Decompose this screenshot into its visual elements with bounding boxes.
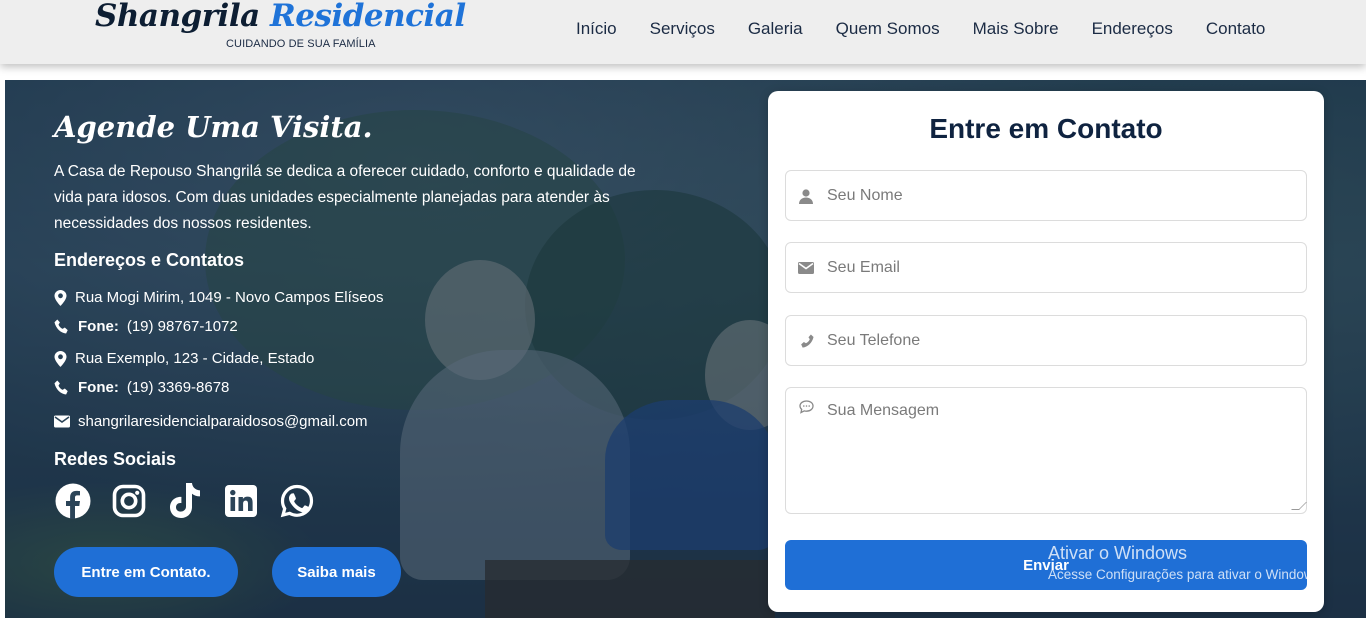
- nav-link-quem-somos[interactable]: Quem Somos: [836, 19, 940, 39]
- whatsapp-icon[interactable]: [278, 482, 316, 520]
- address-text: Rua Exemplo, 123 - Cidade, Estado: [75, 350, 315, 367]
- address-line-1: Rua Mogi Mirim, 1049 - Novo Campos Elíse…: [54, 289, 383, 306]
- linkedin-icon[interactable]: [222, 482, 260, 520]
- learn-more-button[interactable]: Saiba mais: [272, 547, 401, 597]
- phone-icon: [797, 333, 815, 349]
- nav-link-servicos[interactable]: Serviços: [650, 19, 715, 39]
- address-text: Rua Mogi Mirim, 1049 - Novo Campos Elíse…: [75, 289, 384, 306]
- brand-logo[interactable]: Shangrila Residencial CUIDANDO DE SUA FA…: [95, 0, 466, 58]
- nav-link-inicio[interactable]: Início: [576, 19, 617, 39]
- brand-name: Shangrila Residencial: [95, 0, 466, 34]
- brand-name-part1: Shangrila: [95, 0, 260, 34]
- main-nav: Início Serviços Galeria Quem Somos Mais …: [576, 19, 1265, 39]
- message-input[interactable]: [827, 402, 1297, 502]
- phone-input[interactable]: [827, 316, 1297, 365]
- phone-line-2: Fone: (19) 3369-8678: [54, 379, 229, 396]
- brand-tagline: CUIDANDO DE SUA FAMÍLIA: [226, 38, 376, 50]
- name-input[interactable]: [827, 171, 1297, 220]
- nav-link-mais-sobre[interactable]: Mais Sobre: [973, 19, 1059, 39]
- envelope-icon: [797, 260, 815, 276]
- instagram-icon[interactable]: [110, 482, 148, 520]
- site-header: Shangrila Residencial CUIDANDO DE SUA FA…: [0, 0, 1366, 64]
- submit-button[interactable]: Enviar: [785, 540, 1307, 590]
- phone-field: [785, 315, 1307, 366]
- map-marker-icon: [54, 350, 67, 367]
- user-icon: [797, 188, 815, 204]
- phone-line-1: Fone: (19) 98767-1072: [54, 318, 238, 335]
- email-line[interactable]: shangrilaresidencialparaidosos@gmail.com: [54, 413, 368, 430]
- phone-label: Fone:: [78, 318, 119, 335]
- phone-number: (19) 98767-1072: [126, 318, 238, 335]
- envelope-icon: [54, 415, 70, 428]
- social-links: [54, 482, 316, 520]
- contact-button[interactable]: Entre em Contato.: [54, 547, 238, 597]
- phone-icon: [54, 380, 68, 394]
- map-marker-icon: [54, 289, 67, 306]
- phone-icon: [54, 319, 68, 333]
- facebook-icon[interactable]: [54, 482, 92, 520]
- phone-label: Fone:: [78, 379, 119, 396]
- resize-handle[interactable]: [1291, 502, 1307, 510]
- address-line-2: Rua Exemplo, 123 - Cidade, Estado: [54, 350, 314, 367]
- email-text: shangrilaresidencialparaidosos@gmail.com: [78, 413, 368, 430]
- nav-link-galeria[interactable]: Galeria: [748, 19, 803, 39]
- hero-content: Agende Uma Visita. A Casa de Repouso Sha…: [54, 80, 674, 618]
- brand-name-part2: Residencial: [270, 0, 466, 34]
- contact-form-card: Entre em Contato Enviar: [768, 91, 1324, 612]
- hero-description: A Casa de Repouso Shangrilá se dedica a …: [54, 163, 636, 232]
- message-field: [785, 387, 1307, 514]
- nav-link-enderecos[interactable]: Endereços: [1092, 19, 1173, 39]
- tiktok-icon[interactable]: [166, 482, 204, 520]
- name-field: [785, 170, 1307, 221]
- contacts-heading: Endereços e Contatos: [54, 250, 245, 270]
- email-input[interactable]: [827, 243, 1297, 292]
- email-field: [785, 242, 1307, 293]
- hero-title: Agende Uma Visita.: [54, 110, 373, 144]
- nav-link-contato[interactable]: Contato: [1206, 19, 1266, 39]
- social-heading: Redes Sociais: [54, 449, 177, 469]
- form-title: Entre em Contato: [929, 113, 1163, 144]
- comment-icon: [797, 399, 815, 415]
- phone-number: (19) 3369-8678: [126, 379, 230, 396]
